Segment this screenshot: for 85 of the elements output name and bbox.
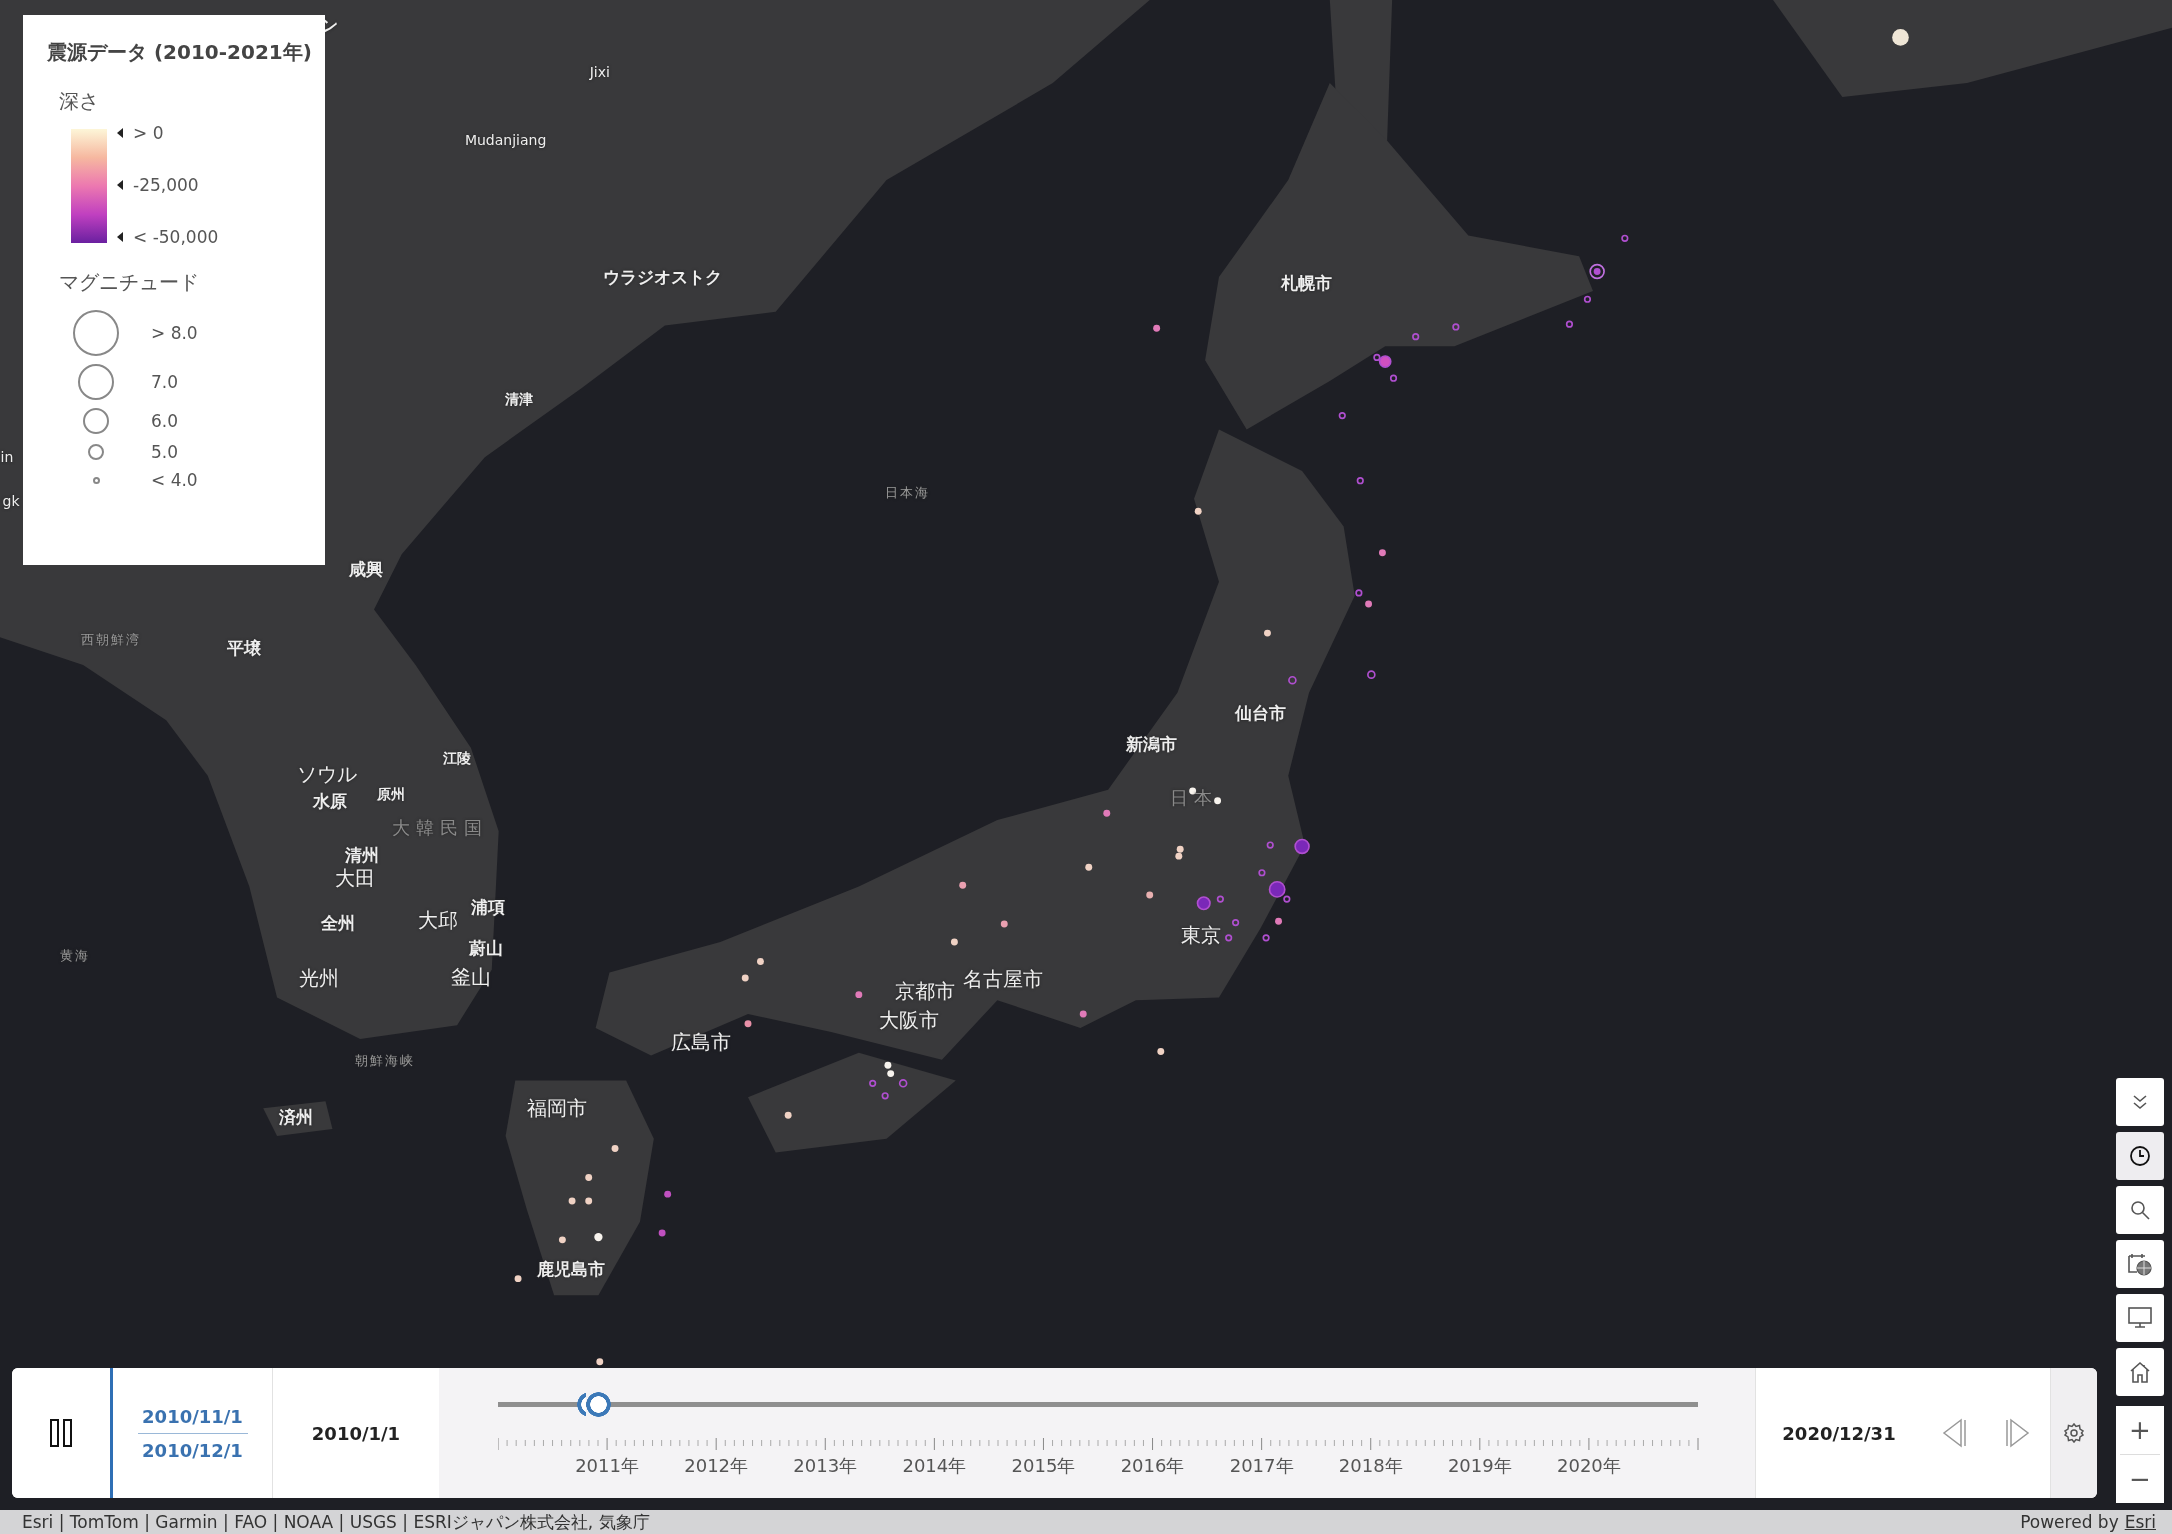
map-place-label: 清津 (505, 391, 534, 410)
map-place-label: 大韓民国 (392, 816, 489, 841)
year-tick-label: 2016年 (1120, 1454, 1185, 1478)
calendar-globe-icon (2127, 1252, 2153, 1276)
search-icon (2129, 1199, 2151, 1221)
map-place-label: 大邱 (417, 906, 458, 934)
map-place-label: 東京 (1180, 921, 1221, 949)
map-place-label: 黄海 (59, 946, 90, 965)
year-tick-label: 2017年 (1229, 1454, 1294, 1478)
legend-label: > 0 (133, 123, 164, 143)
map-place-label: 全州 (321, 911, 355, 935)
map-place-label: ウラジオストク (602, 265, 722, 289)
map-place-label: gk (2, 493, 20, 510)
esri-link[interactable]: Esri (2124, 1512, 2156, 1532)
map-place-label: 新潟市 (1125, 732, 1177, 756)
pause-icon (49, 1418, 73, 1448)
legend-heading: 深さ (59, 88, 100, 115)
year-tick-label: 2011年 (575, 1454, 639, 1478)
slider-thumb[interactable] (577, 1392, 586, 1417)
step-forward-icon (2005, 1418, 2031, 1448)
legend-label: -25,000 (133, 175, 199, 195)
year-tick-label: 2013年 (793, 1454, 858, 1478)
map-place-label: Jixi (589, 64, 610, 81)
settings-button[interactable] (2050, 1368, 2097, 1498)
year-tick-label: 2020年 (1557, 1454, 1621, 1478)
map-place-label: 京都市 (895, 977, 956, 1004)
attribution-text: Esri | TomTom | Garmin | FAO | NOAA | USGS | ESRIジャパン株式会社, 気象庁 (22, 1510, 650, 1534)
map-place-label: in (0, 449, 14, 466)
map-place-label: 平壌 (226, 636, 261, 660)
legend-heading: マグニチュード (59, 269, 200, 296)
toolbar-button[interactable] (2116, 1132, 2164, 1180)
settings-icon (2063, 1422, 2085, 1444)
year-tick-label: 2018年 (1338, 1454, 1403, 1478)
map-place-label: 江陵 (443, 750, 472, 769)
double-chevron-down-icon (2132, 1093, 2148, 1111)
map-place-label: Mudanjiang (464, 131, 547, 148)
map-place-label: 咸興 (348, 557, 383, 581)
legend-label: 5.0 (151, 442, 179, 462)
map-place-label: 西朝鮮湾 (80, 631, 141, 649)
pointer-icon (117, 232, 123, 242)
legend-label: 6.0 (151, 411, 179, 431)
map-place-label: 日本海 (884, 484, 930, 503)
year-tick-label: 2019年 (1447, 1454, 1512, 1478)
size-circle-icon (92, 476, 100, 484)
map-place-label: 広島市 (670, 1028, 731, 1056)
map-place-label: 福岡市 (526, 1094, 587, 1122)
map-place-label: 釜山 (450, 963, 491, 991)
legend-label: > 8.0 (151, 323, 198, 343)
map-place-label: 原州 (376, 786, 405, 805)
map-place-label: 朝鮮海峡 (355, 1052, 416, 1071)
map-place-label: 大田 (334, 864, 375, 892)
map-place-label: 鹿児島市 (536, 1257, 605, 1281)
map-place-label: 蔚山 (469, 936, 504, 960)
legend-title: 震源データ (2010-2021年) (47, 39, 313, 66)
map-place-label: 大阪市 (878, 1006, 939, 1034)
current-start-date: 2010/11/1 (142, 1404, 243, 1429)
legend-label: 7.0 (151, 372, 179, 392)
map-place-label: 済州 (279, 1105, 314, 1129)
home-icon (2128, 1360, 2152, 1384)
size-circle-icon (78, 364, 114, 400)
map-place-label: 札幌市 (1280, 271, 1332, 295)
map-place-label: 名古屋市 (962, 965, 1043, 993)
size-circle-icon (73, 310, 119, 356)
year-tick-label: 2015年 (1011, 1454, 1076, 1478)
clock-icon (2129, 1145, 2151, 1167)
step-back-icon (1941, 1418, 1967, 1448)
map-place-label: ソウル (296, 760, 357, 788)
year-tick-label: 2014年 (902, 1454, 967, 1478)
map-place-label: 清州 (344, 843, 379, 867)
size-circle-icon (88, 444, 104, 460)
map-place-label: 水原 (312, 789, 347, 813)
slider-thumb[interactable] (585, 1392, 611, 1417)
powered-by-text: Powered by (2020, 1512, 2119, 1532)
pointer-icon (117, 180, 123, 190)
map-place-label: 仙台市 (1235, 701, 1287, 725)
legend-label: < -50,000 (133, 227, 219, 247)
map-place-label: 光州 (298, 964, 339, 992)
map-place-label: 日本 (1170, 785, 1219, 810)
map-place-label: 浦項 (470, 895, 505, 919)
pointer-icon (117, 128, 123, 138)
monitor-icon (2127, 1306, 2153, 1330)
size-circle-icon (83, 408, 109, 434)
current-end-date: 2010/12/1 (142, 1438, 243, 1463)
legend-label: < 4.0 (151, 470, 198, 490)
year-tick-label: 2012年 (684, 1454, 749, 1478)
